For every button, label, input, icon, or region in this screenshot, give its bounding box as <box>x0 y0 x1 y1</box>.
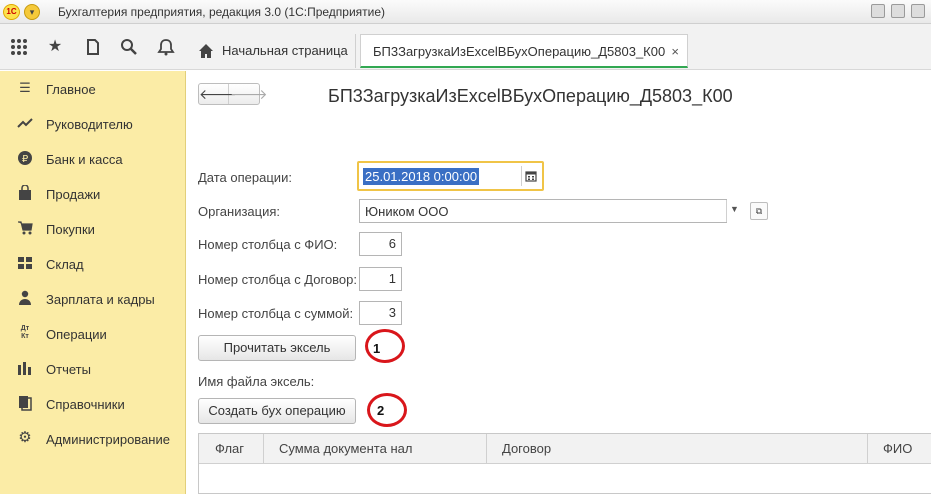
bell-icon[interactable] <box>157 38 175 56</box>
bar-chart-icon <box>17 360 33 376</box>
sidebar-item-label: Отчеты <box>46 362 91 377</box>
sidebar-item-manager[interactable]: Руководителю <box>0 109 186 139</box>
coin-icon: ₽ <box>17 150 33 166</box>
person-icon <box>17 290 33 306</box>
sidebar-item-operations[interactable]: Дт Кт Операции <box>0 319 186 349</box>
contract-column-input[interactable]: 1 <box>359 267 402 291</box>
sidebar-item-warehouse[interactable]: Склад <box>0 249 186 279</box>
sidebar-item-reports[interactable]: Отчеты <box>0 354 186 384</box>
1c-logo-icon: 1С <box>3 4 20 20</box>
back-arrow-icon[interactable]: 🡐 <box>199 84 237 104</box>
calendar-icon[interactable] <box>525 170 537 182</box>
sidebar-item-label: Руководителю <box>46 117 133 132</box>
date-divider <box>521 166 522 186</box>
sidebar-item-admin[interactable]: ⚙ Администрирование <box>0 424 186 454</box>
chevron-down-icon[interactable]: ▼ <box>730 204 739 214</box>
data-table[interactable]: Флаг Сумма документа нал Договор ФИО <box>198 433 931 494</box>
sidebar-item-label: Продажи <box>46 187 101 202</box>
sum-column-input[interactable]: 3 <box>359 301 402 325</box>
date-field[interactable]: 25.01.2018 0:00:00 <box>357 161 544 191</box>
close-icon[interactable]: × <box>671 35 679 69</box>
sidebar-item-label: Справочники <box>46 397 125 412</box>
table-header: Флаг Сумма документа нал Договор ФИО <box>199 434 931 464</box>
cart-icon <box>17 220 33 236</box>
fio-column-label: Номер столбца с ФИО: <box>198 237 338 252</box>
sidebar-item-bank[interactable]: ₽ Банк и касса <box>0 144 186 174</box>
contract-column-label: Номер столбца с Договор: <box>198 272 358 287</box>
organization-label: Организация: <box>198 204 281 219</box>
window-buttons <box>871 4 925 18</box>
tab-form[interactable]: БП3ЗагрузкаИзExcelВБухОперацию_Д5803_К00… <box>360 34 688 68</box>
forward-arrow-icon[interactable]: 🡒 <box>230 84 268 104</box>
column-header-flag[interactable]: Флаг <box>199 434 263 464</box>
create-operation-button[interactable]: Создать бух операцию <box>198 398 356 424</box>
sidebar-item-label: Администрирование <box>46 432 170 447</box>
sidebar: ☰ Главное Руководителю ₽ Банк и касса Пр… <box>0 71 186 494</box>
file-name-label: Имя файла эксель: <box>198 374 315 389</box>
warehouse-grid-icon <box>17 255 33 271</box>
sidebar-item-salary[interactable]: Зарплата и кадры <box>0 284 186 314</box>
column-header-fio[interactable]: ФИО <box>867 434 931 464</box>
menu-lines-icon: ☰ <box>19 80 31 95</box>
star-icon[interactable]: ★ <box>46 38 64 56</box>
top-toolbar: ★ Начальная страница БП3ЗагрузкаИзExcelВ… <box>0 24 931 70</box>
fio-column-input[interactable]: 6 <box>359 232 402 256</box>
organization-value[interactable]: Юником ООО <box>365 204 449 219</box>
gear-icon: ⚙ <box>18 429 32 446</box>
organization-divider <box>726 200 727 222</box>
home-icon <box>199 44 213 58</box>
form-area: 🡐 🡒 БП3ЗагрузкаИзExcelВБухОперацию_Д5803… <box>187 71 931 494</box>
annotation-circle-2 <box>367 393 407 427</box>
dt-kt-icon: Дт Кт <box>20 325 30 340</box>
sidebar-item-label: Операции <box>46 327 107 342</box>
svg-text:₽: ₽ <box>22 154 29 165</box>
books-icon <box>17 395 33 411</box>
annotation-number-2: 2 <box>377 403 385 418</box>
sidebar-item-purchases[interactable]: Покупки <box>0 214 186 244</box>
title-bar: 1С ▾ Бухгалтерия предприятия, редакция 3… <box>0 0 931 24</box>
tab-home[interactable]: Начальная страница <box>188 34 356 68</box>
read-excel-button[interactable]: Прочитать эксель <box>198 335 356 361</box>
column-header-contract[interactable]: Договор <box>486 434 867 464</box>
print-icon[interactable] <box>891 4 905 18</box>
sidebar-item-main[interactable]: ☰ Главное <box>0 74 186 104</box>
annotation-number-1: 1 <box>373 341 381 356</box>
sidebar-item-catalogs[interactable]: Справочники <box>0 389 186 419</box>
nav-buttons: 🡐 🡒 <box>198 83 268 105</box>
date-label: Дата операции: <box>198 170 292 185</box>
shopping-bag-icon <box>17 184 33 201</box>
search-icon[interactable] <box>120 38 138 56</box>
apps-grid-icon[interactable] <box>10 38 28 56</box>
save-icon[interactable] <box>871 4 885 18</box>
sidebar-item-label: Зарплата и кадры <box>46 292 155 307</box>
sidebar-item-sales[interactable]: Продажи <box>0 179 186 209</box>
tab-home-label: Начальная страница <box>222 43 348 58</box>
tab-form-label: БП3ЗагрузкаИзExcelВБухОперацию_Д5803_К00 <box>373 44 666 59</box>
sidebar-item-label: Главное <box>46 82 96 97</box>
trend-icon <box>17 115 33 131</box>
date-value[interactable]: 25.01.2018 0:00:00 <box>363 168 480 185</box>
annotation-circle-1 <box>365 329 405 363</box>
history-icon[interactable] <box>84 38 102 56</box>
app-title: Бухгалтерия предприятия, редакция 3.0 (1… <box>58 5 386 19</box>
page-title: БП3ЗагрузкаИзExcelВБухОперацию_Д5803_К00 <box>328 86 733 106</box>
sum-column-label: Номер столбца с суммой: <box>198 306 354 321</box>
open-link-icon[interactable]: ⧉ <box>750 202 768 220</box>
sidebar-item-label: Покупки <box>46 222 95 237</box>
bookmark-icon[interactable] <box>911 4 925 18</box>
organization-field[interactable]: Юником ООО ▼ <box>359 199 739 223</box>
main-menu-button[interactable]: ▾ <box>24 4 40 20</box>
sidebar-item-label: Банк и касса <box>46 152 123 167</box>
sidebar-item-label: Склад <box>46 257 84 272</box>
column-header-sum[interactable]: Сумма документа нал <box>263 434 486 464</box>
